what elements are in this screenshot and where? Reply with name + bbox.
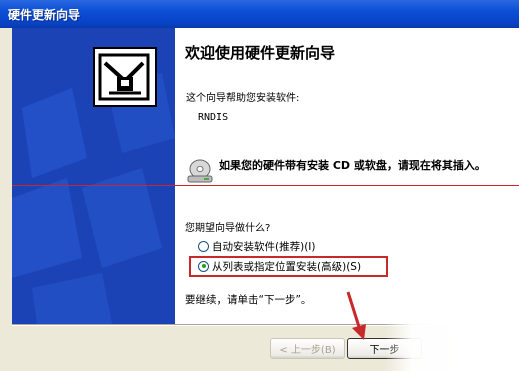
hardware-wizard-icon <box>93 47 157 107</box>
cd-drive-icon <box>186 158 214 184</box>
wizard-description: 这个向导帮助您安装软件: <box>186 93 300 104</box>
hardware-update-wizard-window: 硬件更新向导 欢迎使用硬件更新向导 这个向导帮助您安装软件: RNDIS 如果您… <box>0 0 519 371</box>
wizard-content-area <box>175 28 519 324</box>
back-button[interactable]: < 上一步(B) <box>270 338 345 359</box>
radio-auto-install[interactable] <box>198 240 209 252</box>
window-title: 硬件更新向导 <box>8 8 81 22</box>
insert-cd-hint: 如果您的硬件带有安装 CD 或软盘，请现在将其插入。 <box>219 159 486 172</box>
wizard-heading: 欢迎使用硬件更新向导 <box>185 44 336 62</box>
red-arrow-icon <box>346 291 366 340</box>
continue-instruction: 要继续，请单击“下一步”。 <box>185 294 312 306</box>
annotation-line <box>12 185 519 186</box>
device-name: RNDIS <box>198 112 229 123</box>
wizard-question: 您期望向导做什么? <box>185 223 271 234</box>
title-bar[interactable]: 硬件更新向导 <box>0 0 519 28</box>
annotation-highlight-box <box>189 256 388 277</box>
image-fade-overlay <box>385 300 519 371</box>
option-auto-install-label: 自动安装软件(推荐)(I) <box>212 240 316 253</box>
option-auto-install[interactable]: 自动安装软件(推荐)(I) <box>198 238 315 254</box>
